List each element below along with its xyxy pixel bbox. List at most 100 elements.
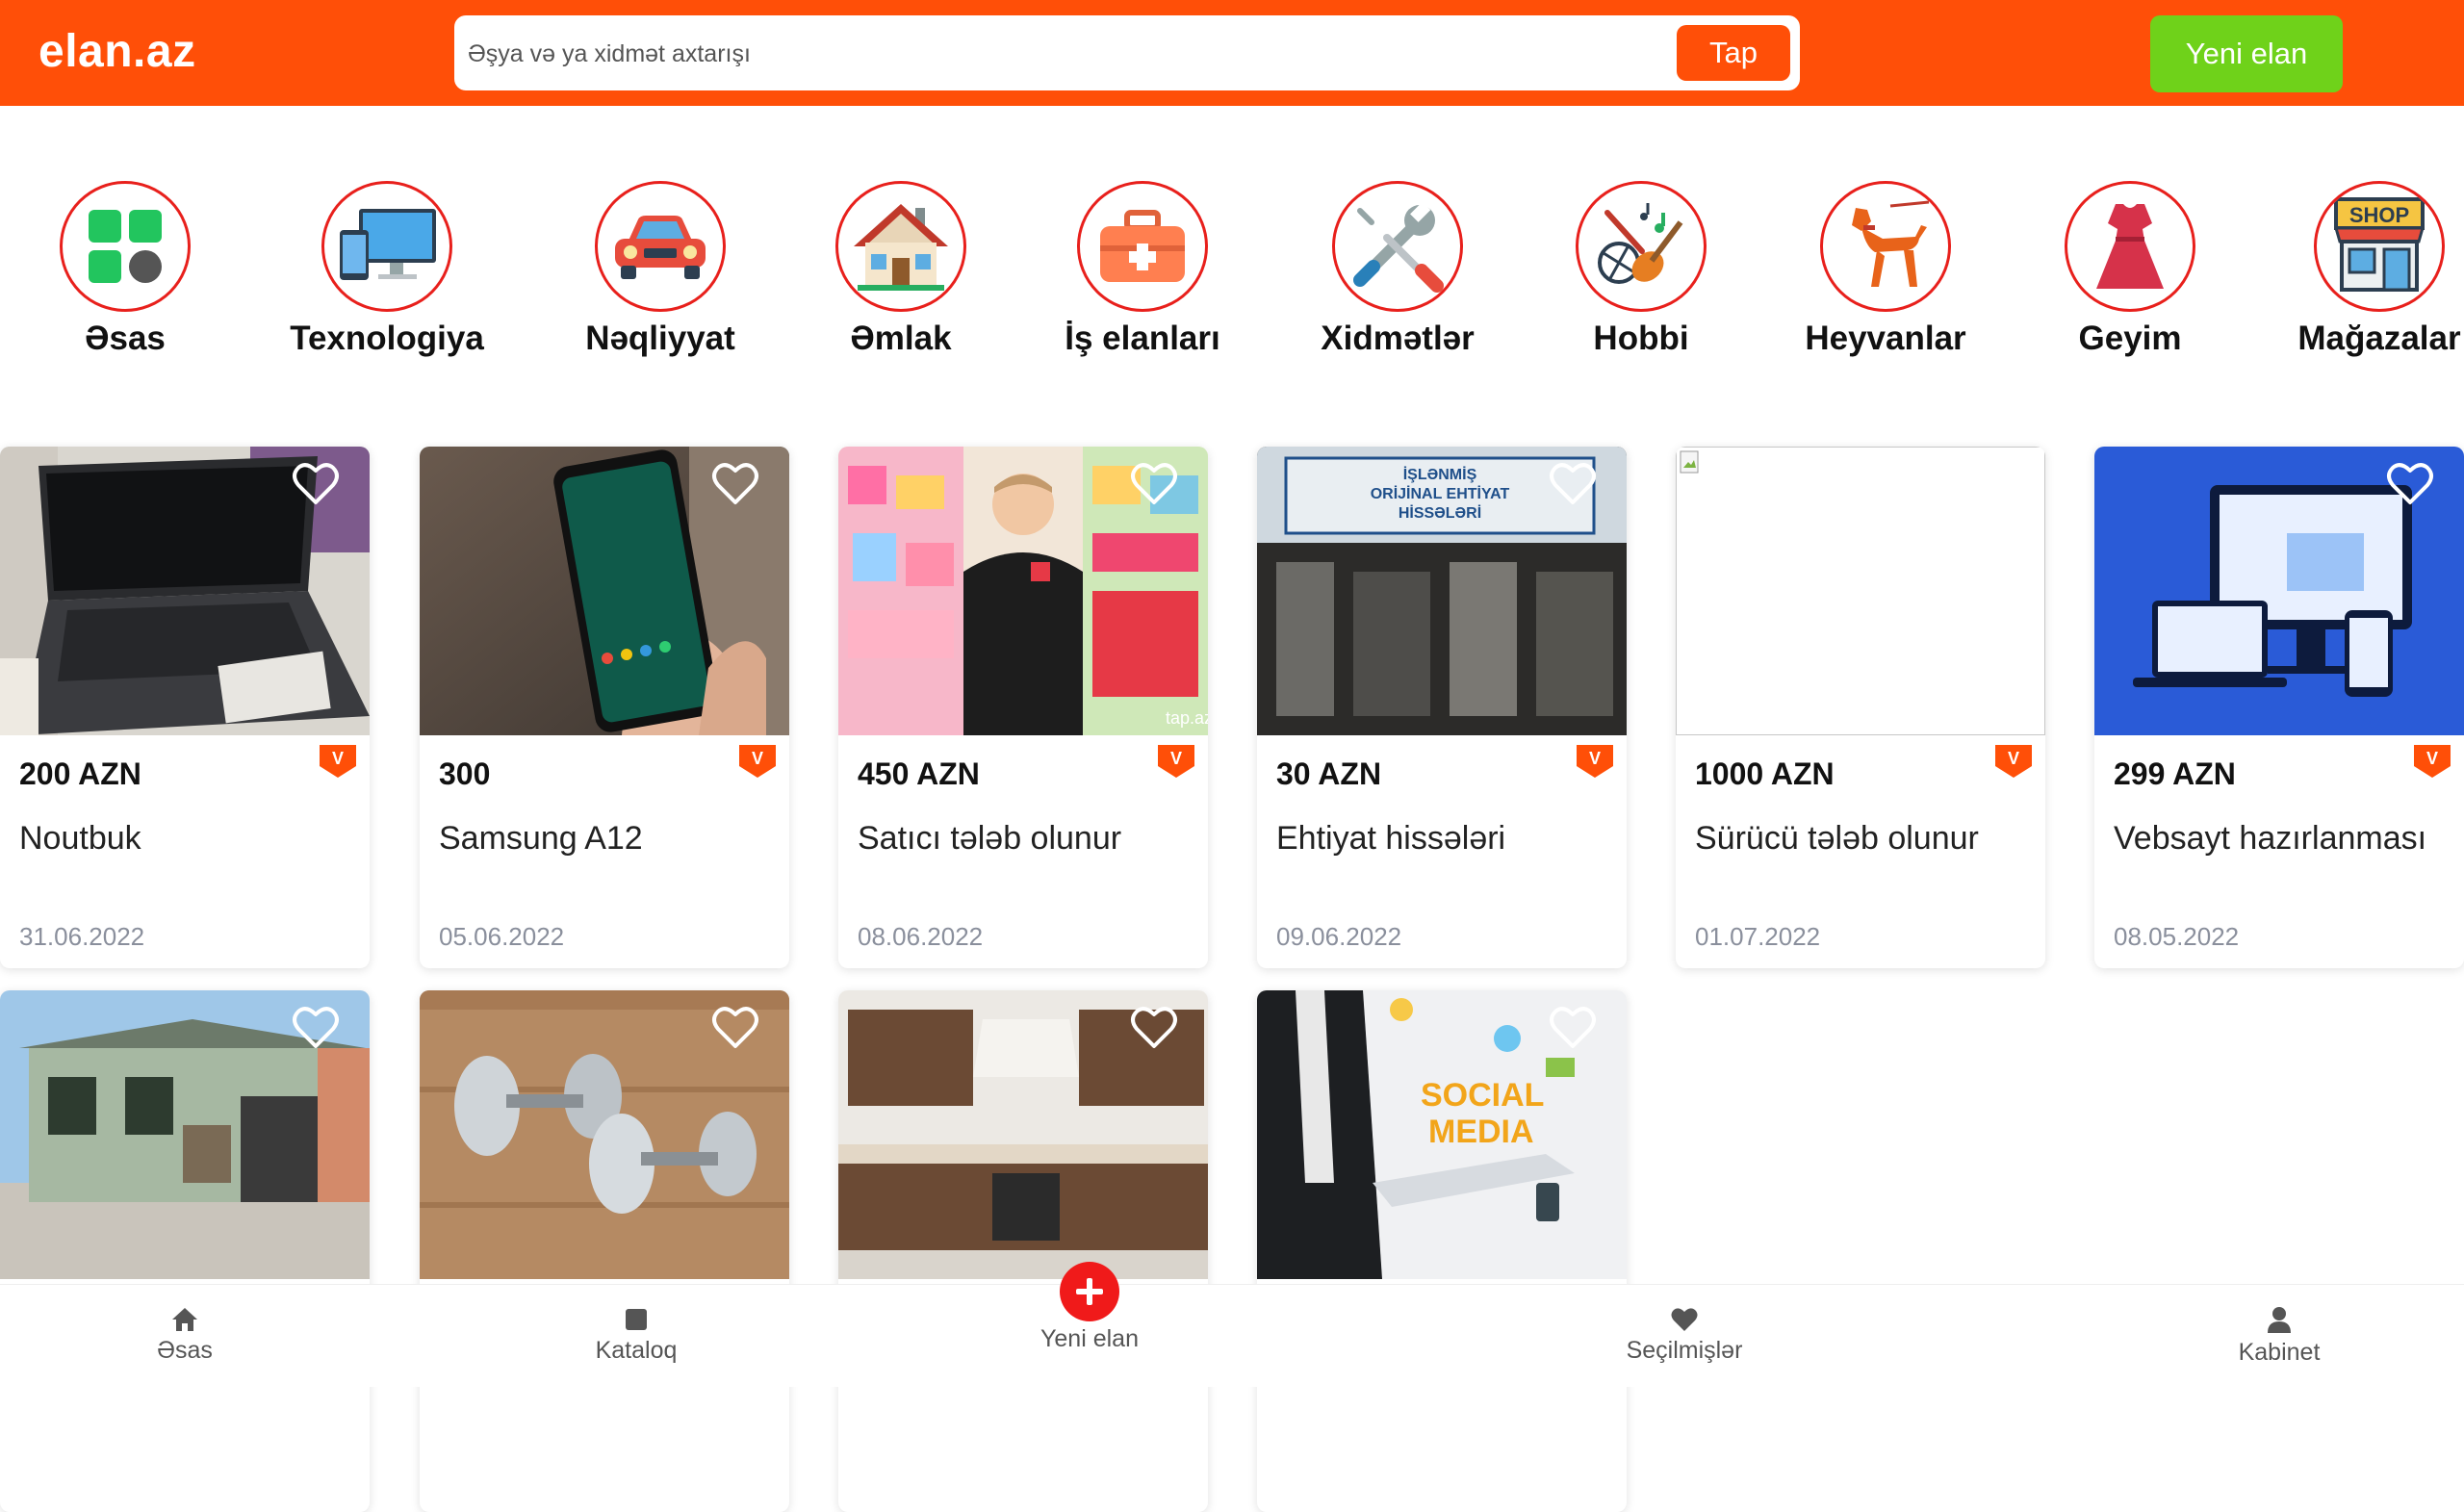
category-hobbi[interactable]: Hobbi xyxy=(1516,181,1766,358)
favorite-heart-icon[interactable] xyxy=(708,1000,762,1054)
category-label: İş elanları xyxy=(1065,320,1220,357)
favorite-heart-icon[interactable] xyxy=(289,1000,343,1054)
search-input[interactable] xyxy=(466,23,1625,85)
catalog-icon xyxy=(626,1309,647,1330)
nav-label: Əsas xyxy=(157,1337,213,1364)
nav-item-favorites[interactable]: Seçilmişlər xyxy=(1588,1306,1781,1365)
listing-price: 1000 AZN xyxy=(1695,756,1835,791)
nav-label: Kataloq xyxy=(595,1337,678,1364)
briefcase-icon xyxy=(1077,181,1208,312)
listing-title[interactable]: Noutbuk xyxy=(19,820,141,858)
category-magazalar[interactable]: SHOP Mağazalar xyxy=(2254,181,2464,358)
computer-icon xyxy=(321,181,452,312)
image-text: SOCIAL xyxy=(1421,1077,1544,1114)
vip-badge-icon xyxy=(320,745,356,778)
user-icon xyxy=(2268,1307,2291,1333)
plus-icon xyxy=(1076,1278,1103,1305)
car-icon xyxy=(595,181,726,312)
listing-card[interactable]: 1000 AZN Sürücü tələb olunur 01.07.2022 xyxy=(1676,447,2045,968)
vip-badge-icon xyxy=(1577,745,1613,778)
search-button[interactable]: Tap xyxy=(1677,25,1790,81)
sign-text: HİSSƏLƏRİ xyxy=(1399,504,1481,522)
category-label: Geyim xyxy=(2078,320,2182,357)
category-label: Əmlak xyxy=(850,320,952,357)
category-esas[interactable]: Əsas xyxy=(0,181,250,358)
nav-item-catalog[interactable]: Kataloq xyxy=(540,1306,732,1365)
listing-card[interactable] xyxy=(0,990,370,1512)
category-neqliyyat[interactable]: Nəqliyyat xyxy=(535,181,785,358)
listing-date: 08.05.2022 xyxy=(2114,922,2240,951)
favorite-heart-icon[interactable] xyxy=(1546,1000,1600,1054)
listing-date: 01.07.2022 xyxy=(1695,922,1821,951)
listing-price: 300 xyxy=(439,756,491,791)
listing-card[interactable]: tap.az 450 AZN Satıcı tələb olunur 08.06… xyxy=(838,447,1208,968)
vip-badge-icon xyxy=(2414,745,2451,778)
search-bar: Tap xyxy=(454,15,1800,90)
broken-image xyxy=(1676,447,2045,735)
tools-icon xyxy=(1332,181,1463,312)
category-xidmetler[interactable]: Xidmətlər xyxy=(1272,181,1523,358)
listing-price: 30 AZN xyxy=(1276,756,1382,791)
listing-title[interactable]: Samsung A12 xyxy=(439,820,643,858)
add-listing-plus-button[interactable] xyxy=(1060,1262,1119,1321)
category-label: Texnologiya xyxy=(290,320,484,357)
home-icon xyxy=(172,1308,197,1331)
favorite-heart-icon[interactable] xyxy=(708,456,762,510)
nav-item-new-ad[interactable]: Yeni elan xyxy=(993,1325,1186,1353)
listing-date: 09.06.2022 xyxy=(1276,922,1402,951)
nav-item-home[interactable]: Əsas xyxy=(89,1306,281,1365)
header: elan.az Tap Yeni elan xyxy=(0,0,2464,106)
listing-price: 200 AZN xyxy=(19,756,141,791)
listing-title[interactable]: Satıcı tələb olunur xyxy=(858,820,1121,858)
listing-date: 31.06.2022 xyxy=(19,922,145,951)
listing-title[interactable]: Sürücü tələb olunur xyxy=(1695,820,1979,858)
favorite-heart-icon[interactable] xyxy=(2383,456,2437,510)
listing-card[interactable]: 200 AZN Noutbuk 31.06.2022 xyxy=(0,447,370,968)
new-ad-button[interactable]: Yeni elan xyxy=(2150,15,2343,92)
category-heyvanlar[interactable]: Heyvanlar xyxy=(1760,181,2011,358)
listing-card[interactable] xyxy=(420,990,789,1512)
listing-title[interactable]: Vebsayt hazırlanması xyxy=(2114,820,2426,858)
favorite-heart-icon[interactable] xyxy=(289,456,343,510)
category-texnologiya[interactable]: Texnologiya xyxy=(262,181,512,358)
nav-label: Seçilmişlər xyxy=(1626,1337,1743,1364)
vip-badge-icon xyxy=(1158,745,1194,778)
category-emlak[interactable]: Əmlak xyxy=(776,181,1026,358)
vip-badge-icon xyxy=(1995,745,2032,778)
listing-card[interactable]: SOCIAL MEDIA xyxy=(1257,990,1627,1512)
listing-card[interactable]: 299 AZN Vebsayt hazırlanması 08.05.2022 xyxy=(2094,447,2464,968)
favorite-heart-icon[interactable] xyxy=(1546,456,1600,510)
category-label: Mağazalar xyxy=(2297,320,2461,357)
image-text: MEDIA xyxy=(1428,1114,1534,1150)
listing-card[interactable]: 300 Samsung A12 05.06.2022 xyxy=(420,447,789,968)
house-icon xyxy=(835,181,966,312)
hobby-icon xyxy=(1576,181,1707,312)
category-geyim[interactable]: Geyim xyxy=(2005,181,2255,358)
bottom-navigation: Əsas Kataloq Yeni elan Seçilmişlər Kabin… xyxy=(0,1284,2464,1387)
nav-label: Kabinet xyxy=(2238,1339,2321,1366)
nav-label: Yeni elan xyxy=(1040,1325,1139,1352)
listing-card[interactable]: İŞLƏNMİŞ ORİJİNAL EHTİYAT HİSSƏLƏRİ 30 A… xyxy=(1257,447,1627,968)
site-logo[interactable]: elan.az xyxy=(38,25,196,78)
category-label: Xidmətlər xyxy=(1321,320,1475,357)
category-label: Hobbi xyxy=(1593,320,1689,357)
nav-item-cabinet[interactable]: Kabinet xyxy=(2183,1306,2375,1367)
sign-text: ORİJİNAL EHTİYAT xyxy=(1371,485,1510,502)
listing-card[interactable] xyxy=(838,990,1208,1512)
image-watermark: tap.az xyxy=(1166,708,1208,728)
favorite-heart-icon[interactable] xyxy=(1127,1000,1181,1054)
vip-badge-icon xyxy=(739,745,776,778)
grid-icon xyxy=(60,181,191,312)
shop-icon: SHOP xyxy=(2314,181,2445,312)
shop-sign-text: SHOP xyxy=(2349,203,2409,227)
listing-price: 299 AZN xyxy=(2114,756,2236,791)
listing-date: 05.06.2022 xyxy=(439,922,565,951)
dog-icon xyxy=(1820,181,1951,312)
listing-title[interactable]: Ehtiyat hissələri xyxy=(1276,820,1505,858)
category-is-elanlari[interactable]: İş elanları xyxy=(1017,181,1268,358)
sign-text: İŞLƏNMİŞ xyxy=(1403,466,1477,483)
favorite-heart-icon[interactable] xyxy=(1127,456,1181,510)
category-label: Heyvanlar xyxy=(1805,320,1966,357)
listing-date: 08.06.2022 xyxy=(858,922,984,951)
dress-icon xyxy=(2065,181,2195,312)
